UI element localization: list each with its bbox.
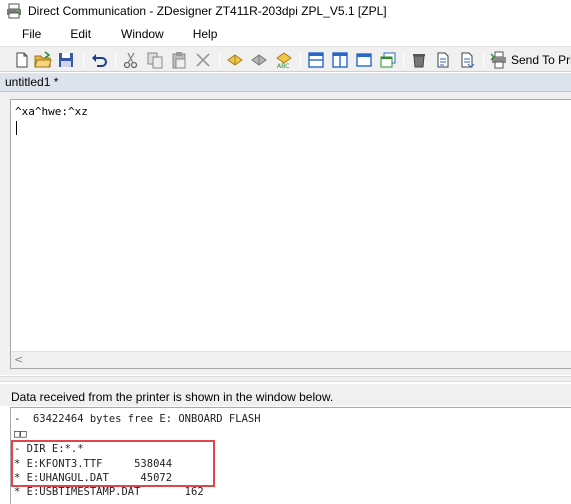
undo-icon[interactable] xyxy=(90,51,108,69)
command-text: ^xa^hwe:^xz xyxy=(15,105,88,118)
toolbar-separator xyxy=(115,51,116,69)
printer-response-pane[interactable]: - 63422464 bytes free E: ONBOARD FLASH □… xyxy=(10,407,571,504)
save-icon[interactable] xyxy=(57,51,75,69)
format-icon[interactable] xyxy=(226,51,244,69)
toolbar-separator xyxy=(83,51,84,69)
split-horizontal-icon[interactable] xyxy=(307,51,325,69)
highlight-annotation xyxy=(11,440,215,487)
document-tab-bar: untitled1 * xyxy=(0,73,571,92)
menu-bar: File Edit Window Help xyxy=(0,23,571,45)
split-vertical-icon[interactable] xyxy=(331,51,349,69)
save-file-icon[interactable] xyxy=(458,51,476,69)
tab-untitled1[interactable]: untitled1 * xyxy=(5,75,58,89)
title-bar: Direct Communication - ZDesigner ZT411R-… xyxy=(0,0,571,22)
response-line: □□ xyxy=(14,428,27,440)
text-caret xyxy=(16,121,17,135)
horizontal-scrollbar[interactable]: < xyxy=(11,351,571,368)
send-to-printer-label: Send To Printer xyxy=(511,53,571,67)
tile-icon[interactable] xyxy=(379,51,397,69)
auto-format-icon[interactable] xyxy=(250,51,268,69)
pane-splitter[interactable] xyxy=(0,376,571,382)
delete-icon[interactable] xyxy=(194,51,212,69)
open-file-icon[interactable] xyxy=(434,51,452,69)
response-label: Data received from the printer is shown … xyxy=(11,390,334,404)
printer-app-icon xyxy=(7,3,21,19)
toolbar-separator xyxy=(300,51,301,69)
window-title: Direct Communication - ZDesigner ZT411R-… xyxy=(28,4,387,18)
toolbar-separator xyxy=(403,51,404,69)
send-icon xyxy=(490,51,506,69)
window-icon[interactable] xyxy=(355,51,373,69)
clear-icon[interactable] xyxy=(410,51,428,69)
response-line: * E:USBTIMESTAMP.DAT 162 xyxy=(14,486,204,498)
scroll-left-icon[interactable]: < xyxy=(14,353,23,366)
svg-text:ABC: ABC xyxy=(277,63,289,69)
menu-edit[interactable]: Edit xyxy=(70,25,91,43)
response-line: - 63422464 bytes free E: ONBOARD FLASH xyxy=(14,413,261,425)
menu-file[interactable]: File xyxy=(22,25,41,43)
new-icon[interactable] xyxy=(13,51,31,69)
menu-help[interactable]: Help xyxy=(193,25,218,43)
paste-icon[interactable] xyxy=(170,51,188,69)
toolbar: ABC Send To Printer xyxy=(0,46,571,72)
command-editor[interactable]: ^xa^hwe:^xz < xyxy=(10,99,571,369)
send-to-printer-button[interactable]: Send To Printer xyxy=(490,50,571,70)
menu-window[interactable]: Window xyxy=(121,25,164,43)
toolbar-separator xyxy=(483,51,484,69)
toolbar-separator xyxy=(219,51,220,69)
syntax-check-icon[interactable]: ABC xyxy=(275,51,293,69)
response-header: Data received from the printer is shown … xyxy=(0,384,571,406)
editor-frame: ^xa^hwe:^xz < xyxy=(0,92,571,375)
open-icon[interactable] xyxy=(34,51,52,69)
copy-icon[interactable] xyxy=(146,51,164,69)
cut-icon[interactable] xyxy=(122,51,140,69)
